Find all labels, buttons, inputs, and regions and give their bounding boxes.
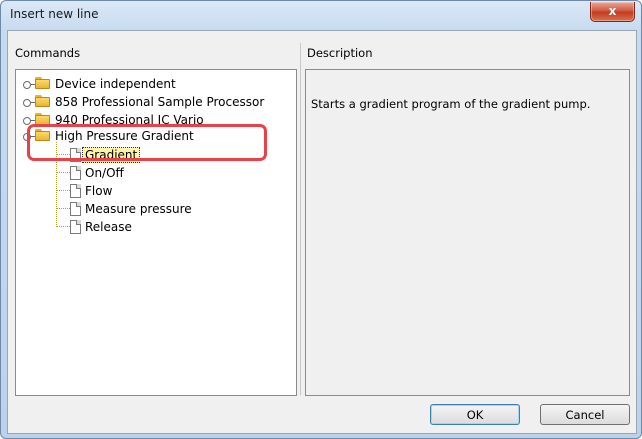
tree-item-device-independent[interactable]: Device independent [22, 75, 176, 92]
pane-splitter[interactable] [300, 43, 301, 395]
expand-icon[interactable] [22, 79, 35, 89]
commands-tree[interactable]: Device independent 858 Professional Samp… [15, 69, 297, 396]
cancel-button[interactable]: Cancel [540, 404, 630, 425]
tree-item-label: Release [85, 219, 132, 234]
tree-item-label: On/Off [85, 165, 124, 180]
tree-item-measure-pressure[interactable]: Measure pressure [70, 200, 192, 217]
tree-item-label: Flow [85, 183, 113, 198]
document-icon [70, 201, 81, 216]
tree-item-858-sample-processor[interactable]: 858 Professional Sample Processor [22, 93, 264, 110]
tree-item-label: 858 Professional Sample Processor [55, 94, 265, 109]
document-icon [70, 219, 81, 234]
ok-button[interactable]: OK [430, 404, 520, 425]
tree-item-label: Measure pressure [85, 201, 192, 216]
expand-icon[interactable] [22, 97, 35, 107]
title-bar[interactable]: Insert new line x [1, 1, 641, 30]
dialog-client-area: Commands Description Device independent … [7, 30, 637, 434]
close-icon: x [608, 4, 617, 18]
description-label: Description [307, 46, 373, 60]
insert-new-line-dialog: Insert new line x Commands Description D… [0, 0, 642, 439]
tree-connector [56, 172, 70, 174]
tree-item-label: Device independent [55, 76, 176, 91]
tree-connector [56, 226, 70, 228]
tree-item-flow[interactable]: Flow [70, 182, 112, 199]
document-icon [70, 183, 81, 198]
folder-icon [35, 95, 51, 108]
tree-connector [56, 190, 70, 192]
tree-item-release[interactable]: Release [70, 218, 132, 235]
folder-icon [35, 77, 51, 90]
annotation-highlight-box [27, 124, 267, 161]
description-panel: Starts a gradient program of the gradien… [305, 69, 630, 396]
window-title: Insert new line [10, 7, 99, 21]
tree-connector [56, 208, 70, 210]
description-text: Starts a gradient program of the gradien… [311, 97, 591, 111]
expand-icon[interactable] [22, 115, 35, 125]
close-button[interactable]: x [590, 2, 635, 22]
document-icon [70, 165, 81, 180]
commands-label: Commands [15, 46, 81, 60]
tree-item-on-off[interactable]: On/Off [70, 164, 124, 181]
